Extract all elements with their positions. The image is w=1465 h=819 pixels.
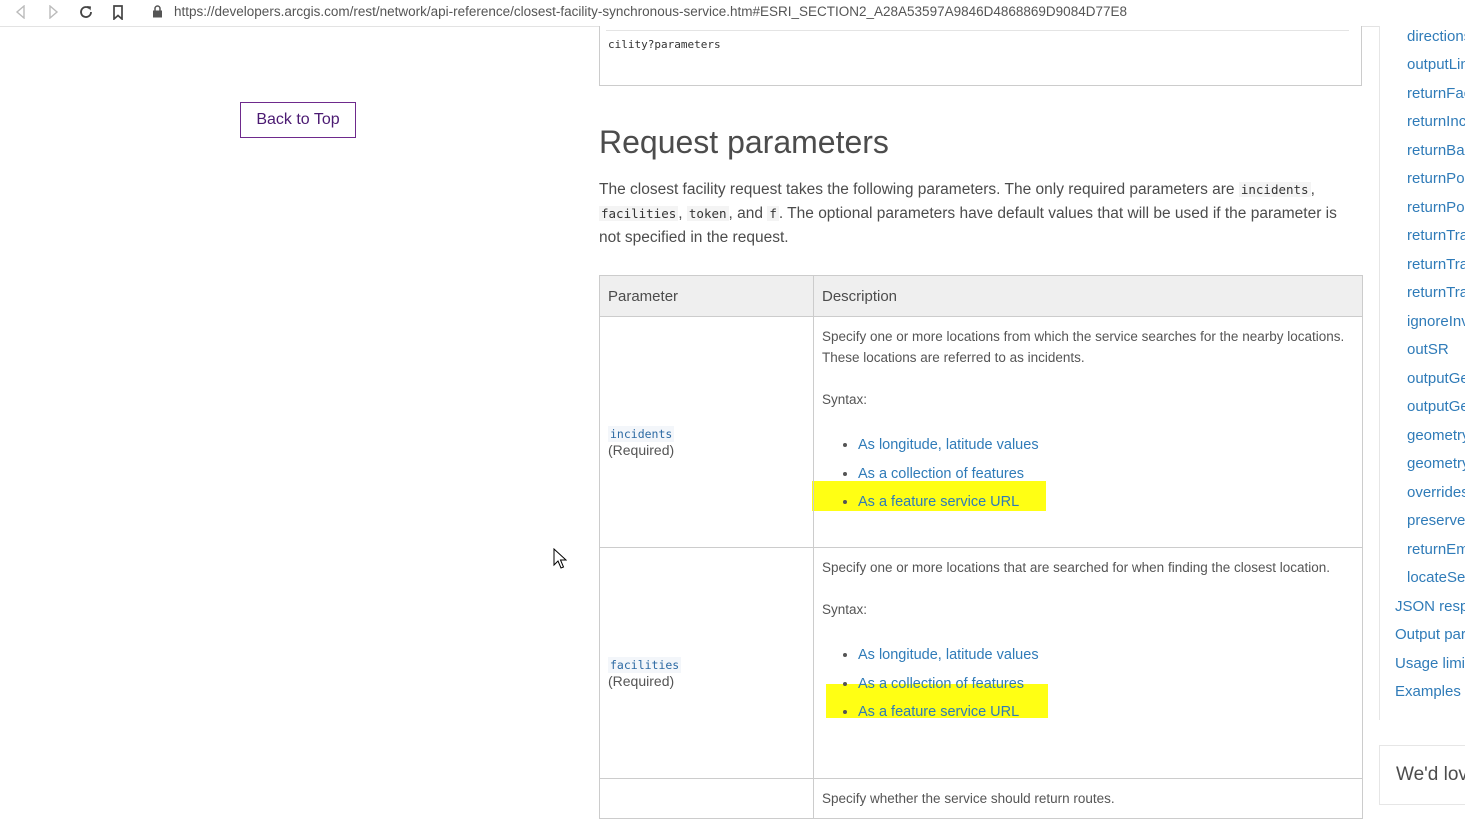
toc-item[interactable]: returnTrave <box>1407 256 1465 273</box>
list-item: As a feature service URL <box>826 684 1354 727</box>
syntax-link[interactable]: As longitude, latitude values <box>858 437 1039 453</box>
toc-item[interactable]: outputLine <box>1407 56 1465 73</box>
toc-item[interactable]: Output para <box>1395 626 1465 643</box>
param-description: Specify one or more locations from which… <box>822 329 1345 365</box>
toc-item[interactable]: Examples <box>1395 683 1461 700</box>
intro-text: , <box>678 205 687 222</box>
toc-item[interactable]: overrides <box>1407 484 1465 501</box>
toc-item[interactable]: ignoreInval <box>1407 313 1465 330</box>
param-required: (Required) <box>608 441 675 458</box>
toc-item[interactable]: returnTrave <box>1407 284 1465 301</box>
param-cell: facilities (Required) <box>599 547 814 779</box>
syntax-link[interactable]: As a collection of features <box>858 466 1024 482</box>
description-cell: Specify whether the service should retur… <box>813 778 1363 819</box>
code-block-divider <box>606 30 1349 31</box>
syntax-link[interactable]: As a collection of features <box>858 676 1024 692</box>
inline-code-facilities: facilities <box>599 206 679 221</box>
toc-item[interactable]: preserveOb <box>1407 512 1465 529</box>
code-text: cility?parameters <box>608 38 721 51</box>
table-row: incidents (Required) Specify one or more… <box>599 316 1363 548</box>
syntax-label: Syntax: <box>822 602 868 617</box>
toc-sidebar: directionsL outputLine returnFacil retur… <box>1379 26 1465 720</box>
param-description: Specify one or more locations that are s… <box>822 560 1331 575</box>
table-row: Specify whether the service should retur… <box>599 778 1363 819</box>
column-header-parameter: Parameter <box>599 275 814 317</box>
syntax-link[interactable]: As a feature service URL <box>858 704 1019 720</box>
toc-item[interactable]: outSR <box>1407 341 1449 358</box>
code-block: cility?parameters <box>599 26 1362 86</box>
lock-icon <box>152 5 163 23</box>
table-row: facilities (Required) Specify one or mor… <box>599 547 1363 779</box>
feedback-panel: We'd love <box>1379 745 1465 805</box>
intro-text: The closest facility request takes the f… <box>599 181 1239 198</box>
param-cell: incidents (Required) <box>599 316 814 548</box>
mouse-cursor-icon <box>553 547 568 575</box>
param-name: incidents <box>608 425 675 442</box>
table-header-row: Parameter Description <box>599 275 1363 317</box>
syntax-label: Syntax: <box>822 392 868 407</box>
inline-code-f: f <box>767 206 779 221</box>
address-bar-url[interactable]: https://developers.arcgis.com/rest/netwo… <box>174 4 1127 19</box>
list-item: As a collection of features <box>858 670 1354 699</box>
back-arrow-icon[interactable] <box>10 2 32 22</box>
list-item: As longitude, latitude values <box>858 431 1354 460</box>
description-cell: Specify one or more locations that are s… <box>813 547 1363 779</box>
syntax-link[interactable]: As longitude, latitude values <box>858 647 1039 663</box>
toc-item[interactable]: returnPolyg <box>1407 199 1465 216</box>
toc-item[interactable]: Usage limit <box>1395 655 1465 672</box>
inline-code-incidents: incidents <box>1238 182 1311 197</box>
param-required: (Required) <box>608 672 675 689</box>
toc-item[interactable]: returnPolyl <box>1407 170 1465 187</box>
param-name: facilities <box>608 656 682 673</box>
toc-item[interactable]: geometryPr <box>1407 427 1465 444</box>
list-item: As a feature service URL <box>812 481 1354 517</box>
toc-item[interactable]: directionsL <box>1407 28 1465 45</box>
toc-item[interactable]: returnIncid <box>1407 113 1465 130</box>
toc-item[interactable]: returnTrave <box>1407 227 1465 244</box>
toc-item[interactable]: locateSetti <box>1407 569 1465 586</box>
column-header-description: Description <box>813 275 1363 317</box>
toc-item[interactable]: geometryPr <box>1407 455 1465 472</box>
inline-code-token: token <box>686 206 729 221</box>
bookmark-icon[interactable] <box>107 2 129 22</box>
list-item: As longitude, latitude values <box>858 641 1354 670</box>
reload-icon[interactable] <box>75 2 97 22</box>
syntax-links: As longitude, latitude values As a colle… <box>822 641 1354 727</box>
syntax-links: As longitude, latitude values As a colle… <box>812 431 1354 517</box>
forward-arrow-icon[interactable] <box>42 2 64 22</box>
intro-text: , <box>1310 181 1315 198</box>
param-description: Specify whether the service should retur… <box>822 791 1115 806</box>
intro-text: , and <box>728 205 768 222</box>
intro-paragraph: The closest facility request takes the f… <box>599 178 1361 250</box>
param-cell <box>599 778 814 819</box>
list-item: As a collection of features <box>858 460 1354 489</box>
syntax-link[interactable]: As a feature service URL <box>858 494 1019 510</box>
parameters-table: Parameter Description incidents (Require… <box>599 275 1363 819</box>
description-cell: Specify one or more locations from which… <box>812 316 1363 548</box>
toc-item[interactable]: returnBarri <box>1407 142 1465 159</box>
feedback-heading: We'd love <box>1396 764 1465 785</box>
section-title: Request parameters <box>599 124 889 160</box>
toc-item[interactable]: returnFacil <box>1407 85 1465 102</box>
browser-toolbar: https://developers.arcgis.com/rest/netwo… <box>0 0 1465 27</box>
back-to-top-button[interactable]: Back to Top <box>240 102 356 138</box>
toc-item[interactable]: JSON respo <box>1395 598 1465 615</box>
toc-item[interactable]: outputGeom <box>1407 398 1465 415</box>
toc-item[interactable]: outputGeom <box>1407 370 1465 387</box>
toc-item[interactable]: returnEmpt <box>1407 541 1465 558</box>
